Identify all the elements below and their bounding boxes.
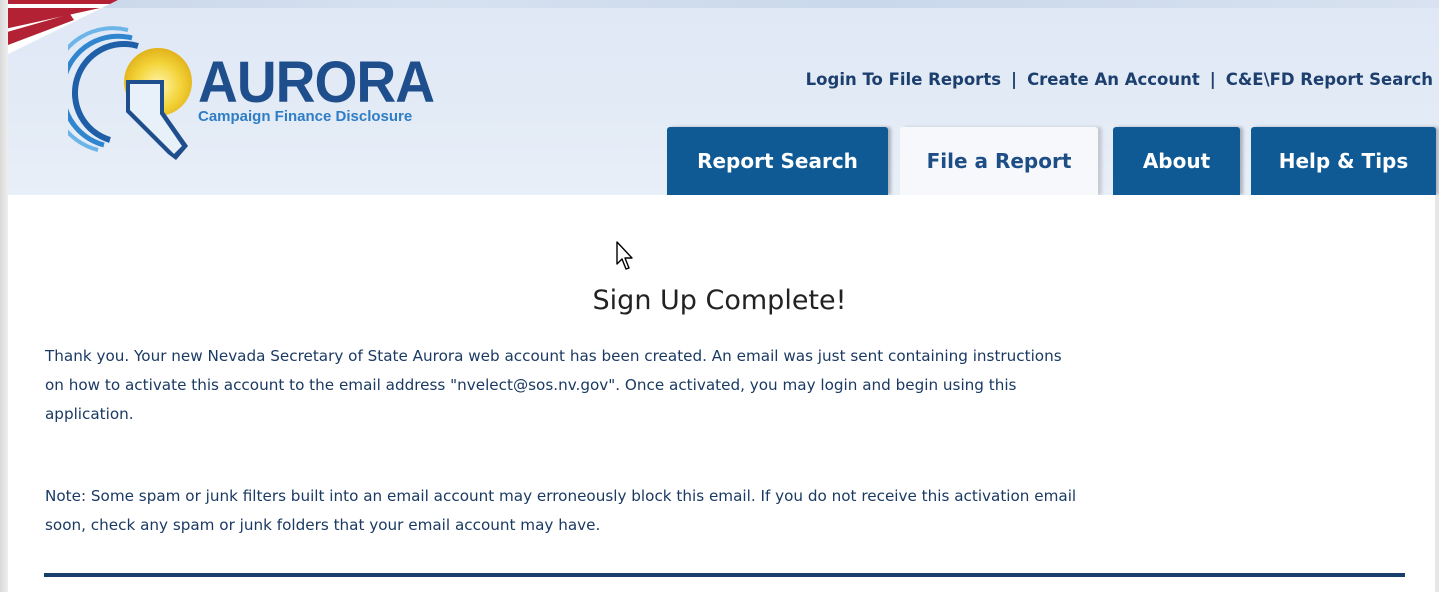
mouse-pointer-icon: [616, 241, 633, 270]
confirmation-message: Thank you. Your new Nevada Secretary of …: [45, 342, 1410, 429]
spam-note-line-2: soon, check any spam or junk folders tha…: [45, 516, 601, 534]
tab-about[interactable]: About: [1113, 127, 1240, 195]
header-top-strip: [8, 0, 1439, 8]
spam-note-line-1: Note: Some spam or junk filters built in…: [45, 487, 1077, 505]
confirmation-line-1: Thank you. Your new Nevada Secretary of …: [45, 347, 1062, 365]
confirmation-line-3: application.: [45, 405, 134, 423]
link-separator: |: [1209, 70, 1216, 89]
create-account-link[interactable]: Create An Account: [1027, 70, 1200, 89]
report-search-link[interactable]: C&E\FD Report Search: [1226, 70, 1433, 89]
top-links-bar: Login To File Reports | Create An Account |…: [806, 70, 1433, 89]
logo-title: AURORA: [198, 50, 435, 115]
site-header: AURORA Campaign Finance Disclosure Login…: [8, 0, 1439, 195]
login-to-file-reports-link[interactable]: Login To File Reports: [806, 70, 1001, 89]
tab-file-a-report[interactable]: File a Report: [900, 127, 1098, 195]
logo-subtitle: Campaign Finance Disclosure: [198, 108, 413, 125]
tab-report-search[interactable]: Report Search: [667, 127, 888, 195]
link-separator: |: [1011, 70, 1018, 89]
confirmation-line-2: on how to activate this account to the e…: [45, 376, 1017, 394]
page-title: Sign Up Complete!: [592, 285, 847, 316]
spam-note: Note: Some spam or junk filters built in…: [45, 482, 1410, 540]
content-divider: [44, 573, 1405, 577]
aurora-logo-icon: [68, 26, 192, 160]
tab-help-and-tips[interactable]: Help & Tips: [1251, 127, 1436, 195]
